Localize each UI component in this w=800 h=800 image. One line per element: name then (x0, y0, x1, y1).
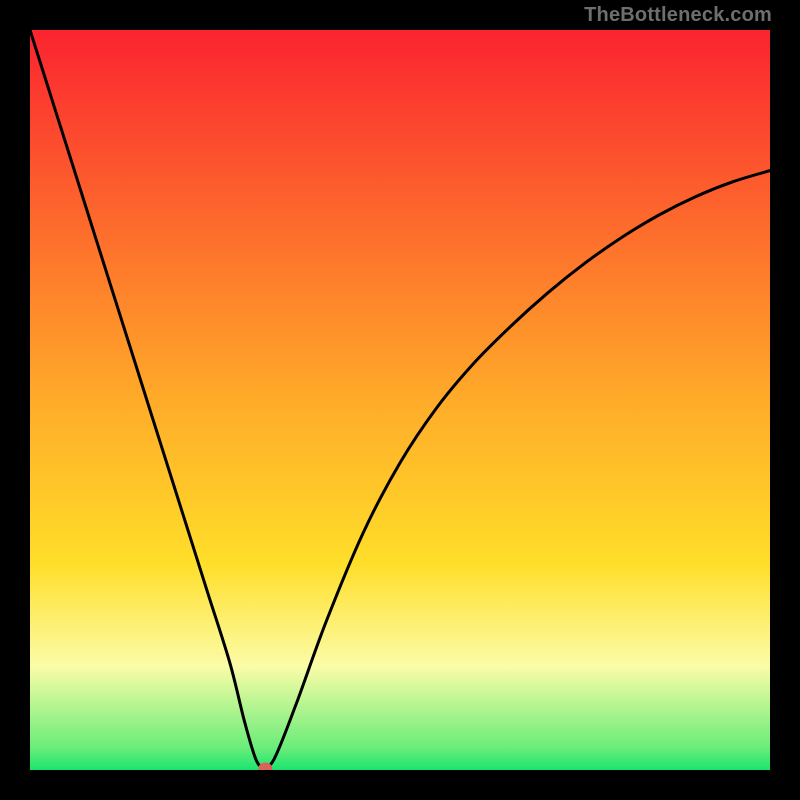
gradient-background (30, 30, 770, 770)
chart-frame: TheBottleneck.com (0, 0, 800, 800)
chart-svg (30, 30, 770, 770)
plot-area (30, 30, 770, 770)
watermark-text: TheBottleneck.com (584, 4, 772, 27)
